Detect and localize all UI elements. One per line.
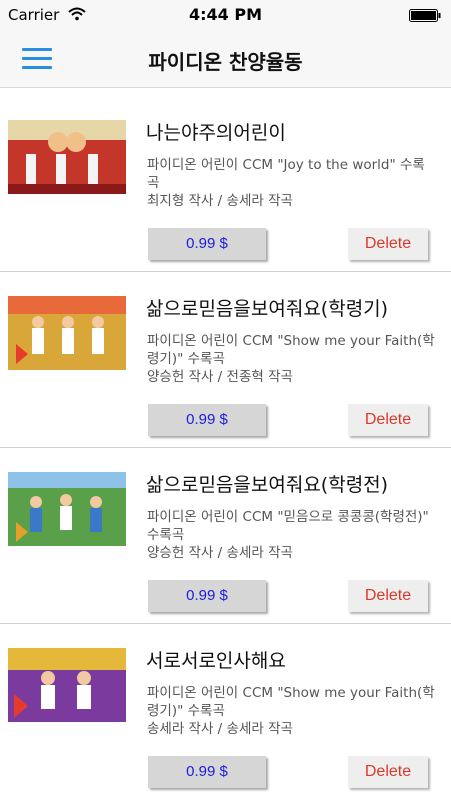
status-time: 4:44 PM [188,5,262,24]
song-list: 나는야주의어린이 파이디온 어린이 CCM "Joy to the world"… [0,96,451,800]
song-description: 파이디온 어린이 CCM "믿음으로 콩콩콩(학령전)" 수록곡 양승헌 작사 … [147,508,437,562]
page-title: 파이디온 찬양율동 [148,50,303,74]
delete-button[interactable]: Delete [348,228,428,260]
video-thumbnail[interactable] [8,296,126,370]
price-button[interactable]: 0.99 $ [148,228,266,260]
video-thumbnail[interactable] [8,472,126,546]
list-item[interactable]: 삶으로믿음을보여줘요(학령전) 파이디온 어린이 CCM "믿음으로 콩콩콩(학… [0,448,451,624]
song-description: 파이디온 어린이 CCM "Show me your Faith(학령기)" 수… [147,684,437,738]
price-button[interactable]: 0.99 $ [148,404,266,436]
song-description: 파이디온 어린이 CCM "Show me your Faith(학령기)" 수… [147,332,437,386]
song-credit: 양승헌 작사 / 송세라 작곡 [147,545,293,561]
song-title: 삶으로믿음을보여줘요(학령전) [146,474,389,496]
price-button[interactable]: 0.99 $ [148,580,266,612]
navigation-bar: 파이디온 찬양율동 [0,30,451,88]
status-bar: Carrier 4:44 PM [0,0,451,30]
song-title: 서로서로인사해요 [146,650,286,672]
list-item[interactable]: 삶으로믿음을보여줘요(학령기) 파이디온 어린이 CCM "Show me yo… [0,272,451,448]
delete-button[interactable]: Delete [348,404,428,436]
price-button[interactable]: 0.99 $ [148,756,266,788]
song-credit: 송세라 작사 / 송세라 작곡 [147,721,293,737]
list-item[interactable]: 나는야주의어린이 파이디온 어린이 CCM "Joy to the world"… [0,96,451,272]
battery-icon [409,9,441,22]
album-info: 파이디온 어린이 CCM "Show me your Faith(학령기)" 수… [147,333,435,367]
song-title: 나는야주의어린이 [146,122,286,144]
video-thumbnail[interactable] [8,120,126,194]
song-credit: 최지형 작사 / 송세라 작곡 [147,193,293,209]
list-item[interactable]: 서로서로인사해요 파이디온 어린이 CCM "Show me your Fait… [0,624,451,800]
delete-button[interactable]: Delete [348,580,428,612]
song-credit: 양승헌 작사 / 전종혁 작곡 [147,369,293,385]
video-thumbnail[interactable] [8,648,126,722]
song-description: 파이디온 어린이 CCM "Joy to the world" 수록곡 최지형 … [147,156,437,210]
album-info: 파이디온 어린이 CCM "Joy to the world" 수록곡 [147,157,425,191]
delete-button[interactable]: Delete [348,756,428,788]
album-info: 파이디온 어린이 CCM "믿음으로 콩콩콩(학령전)" 수록곡 [147,509,429,543]
album-info: 파이디온 어린이 CCM "Show me your Faith(학령기)" 수… [147,685,435,719]
song-title: 삶으로믿음을보여줘요(학령기) [146,298,389,320]
